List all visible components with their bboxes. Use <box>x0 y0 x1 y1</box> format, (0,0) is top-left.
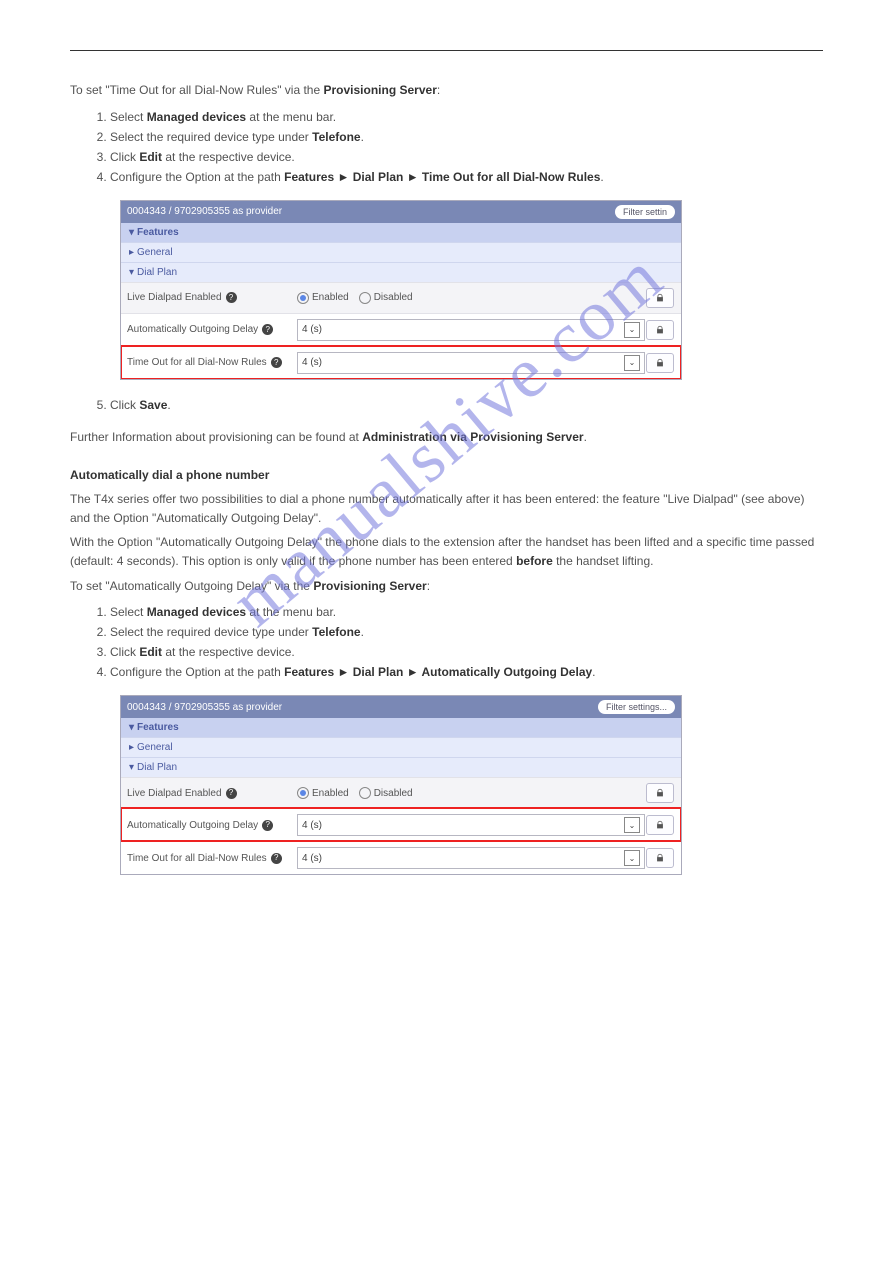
chevron-down-icon: ▾ <box>129 227 137 238</box>
auto-delay-select[interactable]: 4 (s) ⌄ <box>297 814 645 836</box>
lock-button[interactable] <box>646 815 674 835</box>
row-label: Automatically Outgoing Delay <box>127 324 258 335</box>
autodial-p1: The T4x series offer two possibilities t… <box>70 490 823 527</box>
chevron-down-icon: ▾ <box>129 267 137 278</box>
section-features[interactable]: ▾Features <box>121 223 681 242</box>
row-label: Time Out for all Dial-Now Rules <box>127 357 267 368</box>
help-icon[interactable]: ? <box>271 853 282 864</box>
filter-settings-button[interactable]: Filter settings... <box>598 700 675 714</box>
steps-list-2: Select Managed devices at the menu bar. … <box>110 605 823 679</box>
heading-auto-dial: Automatically dial a phone number <box>70 468 823 482</box>
chevron-right-icon: ▸ <box>129 742 137 753</box>
step: Select the required device type under Te… <box>110 625 823 639</box>
row-live-dialpad: Live Dialpad Enabled ? Enabled Disabled <box>121 777 681 808</box>
row-label: Live Dialpad Enabled <box>127 292 222 303</box>
chevron-down-icon: ⌄ <box>624 355 640 371</box>
chevron-right-icon: ▸ <box>129 247 137 258</box>
step: Click Edit at the respective device. <box>110 645 823 659</box>
step: Select Managed devices at the menu bar. <box>110 110 823 124</box>
step: Configure the Option at the path Feature… <box>110 170 823 184</box>
step: Click Edit at the respective device. <box>110 150 823 164</box>
step: Select the required device type under Te… <box>110 130 823 144</box>
screenshot-panel-2: 0004343 / 9702905355 as provider Filter … <box>120 695 682 875</box>
intro-before: To set "Time Out for all Dial-Now Rules"… <box>70 83 320 97</box>
timeout-select[interactable]: 4 (s) ⌄ <box>297 847 645 869</box>
step: Configure the Option at the path Feature… <box>110 665 823 679</box>
row-auto-delay: Automatically Outgoing Delay ? 4 (s) ⌄ <box>121 313 681 346</box>
note-further-info: Further Information about provisioning c… <box>70 428 823 447</box>
row-timeout-dialnow: Time Out for all Dial-Now Rules ? 4 (s) … <box>121 346 681 379</box>
timeout-select[interactable]: 4 (s) ⌄ <box>297 352 645 374</box>
steps-list-1: Select Managed devices at the menu bar. … <box>110 110 823 184</box>
panel-titlebar: 0004343 / 9702905355 as provider Filter … <box>121 201 681 223</box>
section-features[interactable]: ▾Features <box>121 718 681 737</box>
panel-titlebar: 0004343 / 9702905355 as provider Filter … <box>121 696 681 718</box>
step: Click Save. <box>110 398 823 412</box>
intro-bold: Provisioning Server <box>324 83 437 97</box>
chevron-down-icon: ⌄ <box>624 322 640 338</box>
lock-button[interactable] <box>646 320 674 340</box>
radio-disabled[interactable]: Disabled <box>359 292 413 304</box>
radio-enabled[interactable]: Enabled <box>297 292 349 304</box>
steps-list-1b: Click Save. <box>110 398 823 412</box>
screenshot-panel-1: 0004343 / 9702905355 as provider Filter … <box>120 200 682 380</box>
chevron-down-icon: ▾ <box>129 722 137 733</box>
auto-delay-select[interactable]: 4 (s) ⌄ <box>297 319 645 341</box>
row-auto-delay: Automatically Outgoing Delay ? 4 (s) ⌄ <box>121 808 681 841</box>
lock-button[interactable] <box>646 288 674 308</box>
chevron-down-icon: ⌄ <box>624 817 640 833</box>
help-icon[interactable]: ? <box>262 820 273 831</box>
lock-button[interactable] <box>646 783 674 803</box>
header-rule <box>70 50 823 51</box>
chevron-down-icon: ⌄ <box>624 850 640 866</box>
row-timeout-dialnow: Time Out for all Dial-Now Rules ? 4 (s) … <box>121 841 681 874</box>
filter-settings-button[interactable]: Filter settin <box>615 205 675 219</box>
lock-button[interactable] <box>646 848 674 868</box>
row-label: Time Out for all Dial-Now Rules <box>127 853 267 864</box>
help-icon[interactable]: ? <box>271 357 282 368</box>
help-icon[interactable]: ? <box>226 788 237 799</box>
row-label: Automatically Outgoing Delay <box>127 820 258 831</box>
help-icon[interactable]: ? <box>262 324 273 335</box>
titlebar-text: 0004343 / 9702905355 as provider <box>127 206 282 217</box>
radio-disabled[interactable]: Disabled <box>359 787 413 799</box>
help-icon[interactable]: ? <box>226 292 237 303</box>
lock-button[interactable] <box>646 353 674 373</box>
section-general[interactable]: ▸General <box>121 737 681 757</box>
intro-after: : <box>437 83 440 97</box>
section-dial-plan[interactable]: ▾Dial Plan <box>121 262 681 282</box>
intro-line: To set "Time Out for all Dial-Now Rules"… <box>70 81 823 100</box>
section-general[interactable]: ▸General <box>121 242 681 262</box>
step: Select Managed devices at the menu bar. <box>110 605 823 619</box>
autodial-p2: With the Option "Automatically Outgoing … <box>70 533 823 570</box>
titlebar-text: 0004343 / 9702905355 as provider <box>127 702 282 713</box>
intro-line-2: To set "Automatically Outgoing Delay" vi… <box>70 577 823 596</box>
section-dial-plan[interactable]: ▾Dial Plan <box>121 757 681 777</box>
row-label: Live Dialpad Enabled <box>127 788 222 799</box>
chevron-down-icon: ▾ <box>129 762 137 773</box>
row-live-dialpad: Live Dialpad Enabled ? Enabled Disabled <box>121 282 681 313</box>
radio-enabled[interactable]: Enabled <box>297 787 349 799</box>
